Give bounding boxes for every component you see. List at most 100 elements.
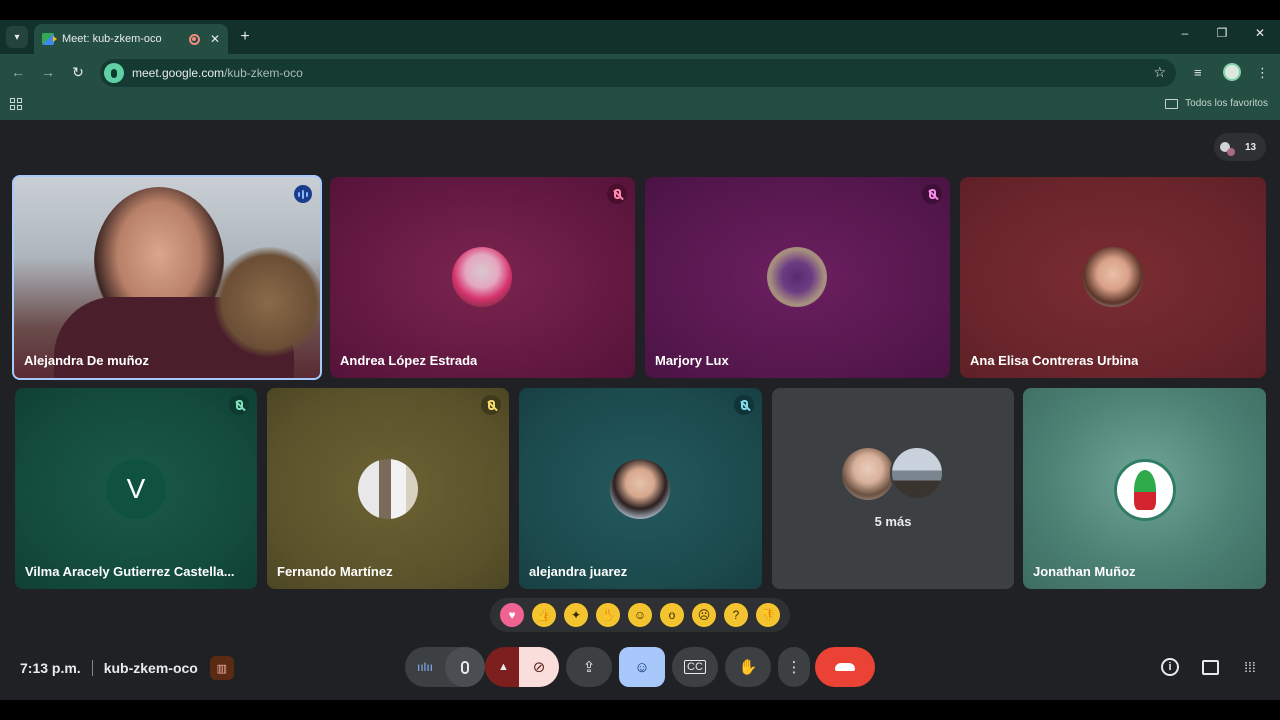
participant-count: 13 <box>1245 141 1257 153</box>
meet-stage: 13 Alejandra De muñoz Andrea López Estra… <box>0 120 1280 700</box>
participant-tile[interactable]: Alejandra De muñoz <box>12 175 322 380</box>
participant-avatar <box>358 459 418 519</box>
captions-button[interactable]: CC <box>672 647 718 687</box>
participant-avatar <box>1083 247 1143 307</box>
folder-icon <box>1165 98 1179 109</box>
participant-avatar <box>1114 459 1176 521</box>
forward-button[interactable]: → <box>39 64 57 80</box>
more-vert-icon: ⋮ <box>786 659 802 676</box>
fur-hood <box>214 247 320 357</box>
mic-icon <box>445 647 485 687</box>
participant-avatar <box>767 247 827 307</box>
tab-search-button[interactable]: ▾ <box>6 26 28 48</box>
participant-tile[interactable]: Ana Elisa Contreras Urbina <box>960 177 1266 378</box>
camera-options-button[interactable]: ▲ ⊘ <box>485 647 559 687</box>
meeting-details: 7:13 p.m. kub-zkem-oco ▥ <box>20 656 234 680</box>
mic-in-use-icon[interactable] <box>104 63 124 83</box>
participant-name: Ana Elisa Contreras Urbina <box>970 353 1139 368</box>
raise-hand-button[interactable]: ✋ <box>725 647 771 687</box>
participant-name: Andrea López Estrada <box>340 353 478 368</box>
present-screen-button[interactable]: ⇪ <box>566 647 612 687</box>
mic-off-icon <box>229 395 249 415</box>
host-controls-icon[interactable]: ▥ <box>209 656 234 680</box>
mic-off-icon <box>734 395 754 415</box>
browser-toolbar: ← → ↻ meet.google.com/kub-zkem-oco ☆ ≡ ⋮ <box>0 54 1280 92</box>
heart-icon[interactable]: ♥ <box>500 603 524 627</box>
more-participants-tile[interactable]: 5 más <box>772 388 1014 589</box>
mic-off-icon <box>922 184 942 204</box>
letterbox-top <box>0 0 1280 20</box>
thinking-icon[interactable]: ? <box>724 603 748 627</box>
party-icon[interactable]: ✦ <box>564 603 588 627</box>
clap-icon[interactable]: ✋ <box>596 603 620 627</box>
tab-strip: ▾ Meet: kub-zkem-oco ✕ + – ❐ ✕ <box>0 20 1280 54</box>
sad-icon[interactable]: ☹ <box>692 603 716 627</box>
emoji-icon: ☺ <box>634 658 650 676</box>
reactions-button[interactable]: ☺ <box>619 647 665 687</box>
audio-level-mic-button[interactable]: ıılıı <box>405 647 485 687</box>
meeting-time: 7:13 p.m. <box>20 660 81 676</box>
meet-favicon-icon <box>42 33 57 45</box>
divider <box>91 660 93 676</box>
participant-tile[interactable]: Andrea López Estrada <box>330 177 635 378</box>
participant-name: alejandra juarez <box>529 564 628 579</box>
participant-tile[interactable]: Jonathan Muñoz <box>1023 388 1266 589</box>
raise-hand-icon: ✋ <box>738 659 758 676</box>
leave-call-button[interactable] <box>815 647 875 687</box>
chat-icon[interactable] <box>1199 656 1221 678</box>
new-tab-button[interactable]: + <box>236 26 254 48</box>
restore-button[interactable]: ❐ <box>1212 26 1232 40</box>
participant-avatar <box>842 448 894 500</box>
participant-name: Marjory Lux <box>655 353 729 368</box>
media-control-icon[interactable]: ≡ <box>1194 65 1202 80</box>
participant-avatar <box>890 446 944 500</box>
participants-button[interactable]: 13 <box>1214 133 1266 161</box>
surprised-icon[interactable]: o <box>660 603 684 627</box>
participant-name: Jonathan Muñoz <box>1033 564 1136 579</box>
participant-initial-avatar: V <box>106 459 166 519</box>
participant-tile[interactable]: Fernando Martínez <box>267 388 509 589</box>
participant-name: Vilma Aracely Gutierrez Castella... <box>25 564 235 579</box>
laugh-icon[interactable]: ☺ <box>628 603 652 627</box>
recording-icon <box>188 33 200 45</box>
profile-avatar[interactable] <box>1223 63 1241 81</box>
quetzal-bird-icon <box>1134 470 1156 510</box>
participant-avatar <box>452 247 512 307</box>
mic-off-icon <box>481 395 501 415</box>
tab-title: Meet: kub-zkem-oco <box>62 33 162 45</box>
more-count: 5 más <box>874 514 912 529</box>
tab-meet[interactable]: Meet: kub-zkem-oco ✕ <box>34 24 228 54</box>
tab-close-icon[interactable]: ✕ <box>210 32 220 46</box>
chevron-up-icon: ▲ <box>498 661 509 673</box>
url-text: meet.google.com/kub-zkem-oco <box>132 66 303 80</box>
address-bar[interactable]: meet.google.com/kub-zkem-oco ☆ <box>100 59 1176 87</box>
all-bookmarks-folder[interactable]: Todos los favoritos <box>1165 98 1268 109</box>
reactions-bar: ♥ 👍 ✦ ✋ ☺ o ☹ ? 👎 <box>490 598 790 632</box>
letterbox-bottom <box>0 700 1280 720</box>
menu-kebab-icon[interactable]: ⋮ <box>1256 65 1269 81</box>
present-screen-icon: ⇪ <box>582 659 596 676</box>
participant-tile[interactable]: alejandra juarez <box>519 388 762 589</box>
bookmark-star-icon[interactable]: ☆ <box>1153 64 1166 81</box>
thumbs-down-icon[interactable]: 👎 <box>756 603 780 627</box>
participant-avatar <box>610 459 670 519</box>
audio-level-icon: ıılıı <box>417 660 434 674</box>
participant-name: Fernando Martínez <box>277 564 393 579</box>
more-options-button[interactable]: ⋮ <box>778 647 810 687</box>
participant-tile[interactable]: Marjory Lux <box>645 177 950 378</box>
meeting-info-icon[interactable]: i <box>1159 656 1181 678</box>
mic-off-icon <box>607 184 627 204</box>
participant-mini-avatar <box>1227 147 1235 156</box>
back-button[interactable]: ← <box>9 64 27 80</box>
camera-off-icon: ⊘ <box>519 647 559 687</box>
meeting-code: kub-zkem-oco <box>103 660 198 676</box>
thumbs-up-icon[interactable]: 👍 <box>532 603 556 627</box>
minimize-button[interactable]: – <box>1175 26 1195 40</box>
reload-button[interactable]: ↻ <box>69 64 87 81</box>
hang-up-icon <box>835 663 855 671</box>
close-window-button[interactable]: ✕ <box>1250 26 1270 40</box>
participant-tile[interactable]: V Vilma Aracely Gutierrez Castella... <box>15 388 257 589</box>
activities-grid-icon[interactable]: ⁞⁞⁞ <box>1239 656 1261 678</box>
speaking-indicator-icon <box>294 185 312 203</box>
apps-grid-icon[interactable] <box>10 98 22 110</box>
